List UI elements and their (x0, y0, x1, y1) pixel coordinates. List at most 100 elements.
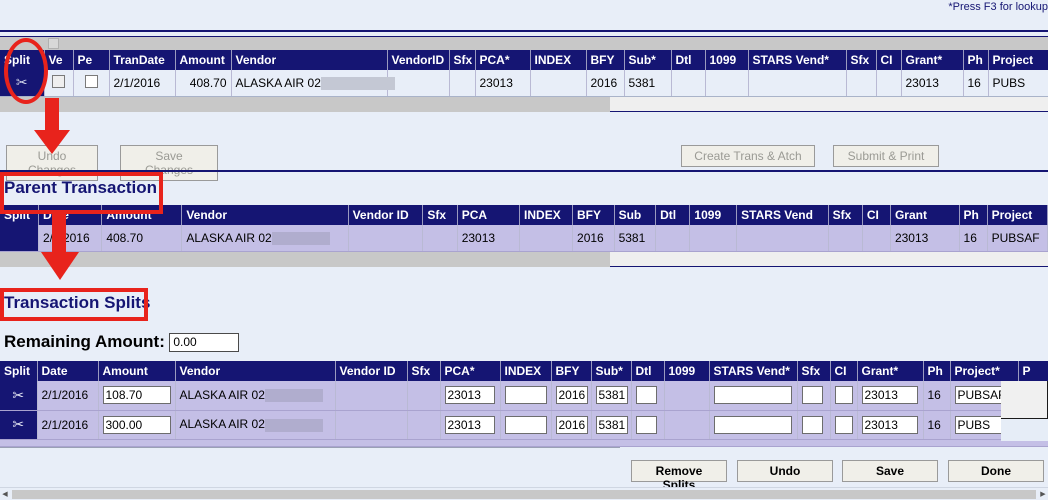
table-row[interactable]: ✂ 2/1/2016 108.70 ALASKA AIR 02 23013 20… (0, 381, 1048, 411)
pcol-index[interactable]: INDEX (519, 205, 574, 225)
scol-bfy[interactable]: BFY (551, 361, 592, 381)
ci-input[interactable] (834, 386, 853, 405)
sfx-input[interactable] (801, 415, 823, 434)
scol-date[interactable]: Date (37, 361, 99, 381)
ve-checkbox-cell[interactable] (44, 70, 74, 97)
main-grid-horizontal-scrollbar[interactable] (0, 96, 1048, 112)
scol-index[interactable]: INDEX (500, 361, 552, 381)
col-stars-vend[interactable]: STARS Vend* (748, 50, 847, 70)
sfx-input[interactable] (801, 386, 823, 405)
col-index[interactable]: INDEX (530, 50, 587, 70)
scrollbar-thumb[interactable] (0, 251, 610, 267)
undo-changes-button[interactable]: Undo Changes (6, 145, 98, 181)
table-row[interactable]: ✂ 2/1/2016 408.70 ALASKA AIR 02 23013 20… (0, 70, 1048, 97)
stars-vend-input[interactable] (713, 415, 792, 434)
col-trandate[interactable]: TranDate (109, 50, 176, 70)
bfy-input[interactable]: 2016 (555, 386, 588, 405)
parent-split-cell[interactable] (0, 225, 39, 252)
scrollbar-thumb[interactable] (0, 96, 610, 112)
pcol-sfx[interactable]: Sfx (422, 205, 458, 225)
pcol-ph[interactable]: Ph (959, 205, 988, 225)
col-amount[interactable]: Amount (175, 50, 232, 70)
scol-p[interactable]: P (1018, 361, 1048, 381)
col-vendorid[interactable]: VendorID (387, 50, 450, 70)
pcol-date[interactable]: Date (38, 205, 103, 225)
scol-pca[interactable]: PCA* (440, 361, 501, 381)
dtl-input[interactable] (635, 415, 657, 434)
amount-input[interactable]: 300.00 (102, 415, 171, 434)
col-bfy[interactable]: BFY (586, 50, 625, 70)
stars-vend-input[interactable] (713, 386, 792, 405)
ci-input[interactable] (834, 415, 853, 434)
save-button[interactable]: Save (842, 460, 938, 482)
col-ph[interactable]: Ph (963, 50, 989, 70)
scissors-icon[interactable]: ✂ (16, 74, 28, 90)
col-vendor[interactable]: Vendor (231, 50, 388, 70)
submit-print-button[interactable]: Submit & Print (833, 145, 939, 167)
col-dtl[interactable]: Dtl (671, 50, 706, 70)
pcol-grant[interactable]: Grant (890, 205, 960, 225)
select-all-checkbox[interactable] (48, 38, 59, 49)
scol-dtl[interactable]: Dtl (631, 361, 665, 381)
pcol-split[interactable]: Split (0, 205, 39, 225)
create-trans-atch-button[interactable]: Create Trans & Atch (681, 145, 815, 167)
col-split[interactable]: Split (0, 50, 45, 70)
col-sfx2[interactable]: Sfx (846, 50, 877, 70)
split-button-cell[interactable]: ✂ (0, 410, 38, 440)
lookup-popup-overlay[interactable] (1001, 381, 1048, 419)
col-ci[interactable]: CI (876, 50, 902, 70)
amount-input[interactable]: 108.70 (102, 386, 171, 405)
scrollbar-track[interactable] (12, 490, 1036, 499)
scol-vendorid[interactable]: Vendor ID (335, 361, 408, 381)
sub-input[interactable]: 5381 (595, 415, 628, 434)
remove-splits-button[interactable]: Remove Splits (631, 460, 727, 492)
scissors-icon[interactable]: ✂ (12, 416, 24, 432)
scol-ci[interactable]: CI (830, 361, 858, 381)
index-input[interactable] (504, 386, 547, 405)
scol-grant[interactable]: Grant* (857, 361, 924, 381)
parent-grid-horizontal-scrollbar[interactable] (0, 251, 1048, 267)
grant-input[interactable]: 23013 (861, 415, 918, 434)
table-row[interactable]: ✂ 2/1/2016 300.00 ALASKA AIR 02 23013 20… (0, 410, 1048, 440)
scissors-icon[interactable]: ✂ (12, 387, 24, 403)
split-button-cell[interactable]: ✂ (0, 381, 38, 411)
pcol-vendorid[interactable]: Vendor ID (348, 205, 424, 225)
col-1099[interactable]: 1099 (705, 50, 749, 70)
pe-checkbox-cell[interactable] (73, 70, 110, 97)
pcol-sfx2[interactable]: Sfx (828, 205, 863, 225)
scol-amount[interactable]: Amount (98, 361, 176, 381)
col-project[interactable]: Project (988, 50, 1048, 70)
scol-stars-vend[interactable]: STARS Vend* (709, 361, 798, 381)
scol-ph[interactable]: Ph (923, 361, 951, 381)
col-sfx[interactable]: Sfx (449, 50, 476, 70)
scol-project[interactable]: Project* (950, 361, 1019, 381)
scol-sfx[interactable]: Sfx (407, 361, 441, 381)
split-button-cell[interactable]: ✂ (0, 70, 45, 97)
pcol-amount[interactable]: Amount (101, 205, 183, 225)
pcol-vendor[interactable]: Vendor (181, 205, 349, 225)
scol-sub[interactable]: Sub* (591, 361, 632, 381)
table-row[interactable]: 2/1/2016 408.70 ALASKA AIR 02 23013 2016… (0, 225, 1048, 252)
pca-input[interactable]: 23013 (444, 386, 495, 405)
col-pca[interactable]: PCA* (475, 50, 531, 70)
save-changes-button[interactable]: Save Changes (120, 145, 218, 181)
grant-input[interactable]: 23013 (861, 386, 918, 405)
scol-vendor[interactable]: Vendor (175, 361, 336, 381)
done-button[interactable]: Done (948, 460, 1044, 482)
dtl-input[interactable] (635, 386, 657, 405)
pcol-1099[interactable]: 1099 (689, 205, 738, 225)
col-sub[interactable]: Sub* (624, 50, 672, 70)
pcol-stars-vend[interactable]: STARS Vend (736, 205, 829, 225)
scol-1099[interactable]: 1099 (664, 361, 710, 381)
pcol-ci[interactable]: CI (862, 205, 891, 225)
scroll-left-arrow-icon[interactable]: ◀ (0, 490, 10, 499)
pe-checkbox[interactable] (84, 74, 98, 88)
ve-checkbox[interactable] (52, 74, 65, 88)
pcol-project[interactable]: Project (987, 205, 1048, 225)
scol-sfx2[interactable]: Sfx (797, 361, 831, 381)
col-ve[interactable]: Ve (44, 50, 74, 70)
pcol-sub[interactable]: Sub (614, 205, 657, 225)
scroll-right-arrow-icon[interactable]: ▶ (1038, 490, 1048, 499)
col-pe[interactable]: Pe (73, 50, 110, 70)
pcol-bfy[interactable]: BFY (572, 205, 615, 225)
